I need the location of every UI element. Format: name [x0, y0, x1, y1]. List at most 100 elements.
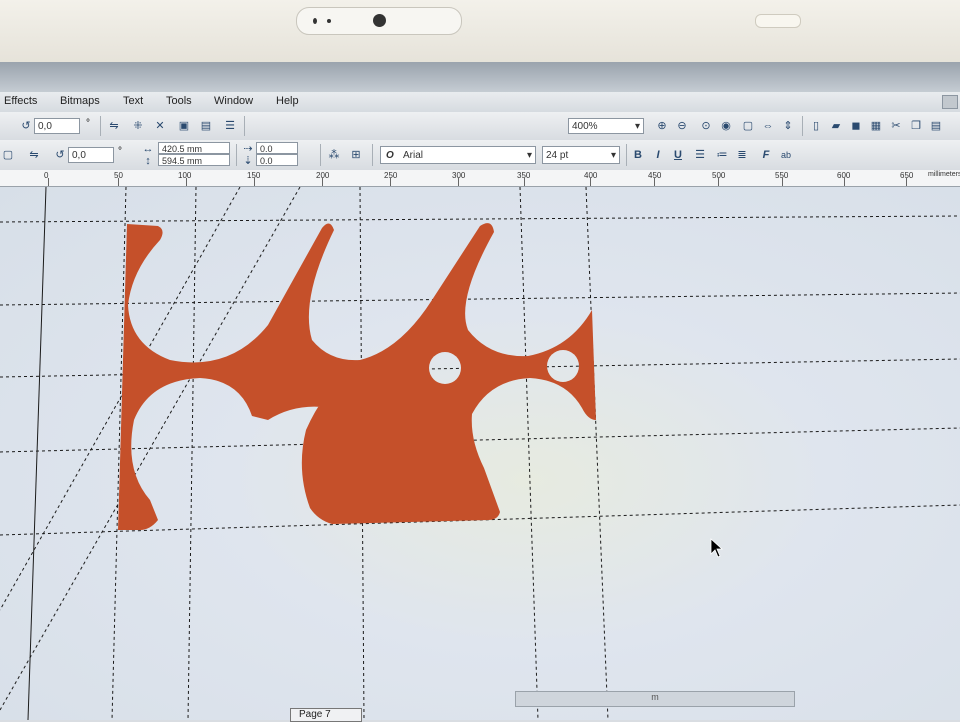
rotate-icon: ↺ — [21, 120, 31, 132]
menu-tools[interactable]: Tools — [166, 95, 192, 107]
object-width-field[interactable]: 420.5 mm — [158, 142, 230, 154]
italic-icon[interactable]: I — [650, 147, 666, 163]
mirror-icon[interactable]: ⇋ — [106, 118, 122, 134]
offset-y-field[interactable]: 0.0 — [256, 154, 298, 166]
rotation-angle-field[interactable]: 0,0 — [34, 118, 80, 134]
opentype-font-icon: O — [386, 150, 394, 161]
sensor-icon — [313, 18, 317, 24]
guideline-horizontal — [0, 427, 960, 453]
ruler-label: 100 — [178, 171, 192, 180]
edit-text-icon[interactable]: ab — [778, 147, 794, 163]
font-size-dropdown[interactable]: 24 pt — [542, 146, 620, 165]
camera-icon — [373, 14, 386, 27]
guideline-vertical — [585, 187, 609, 720]
standard-toolbar: ↺ 0,0 ° ⇋ ⁜ ✕ ▣ ▤ ☰ 400% ⊕ ⊖ ⊙ ◉ ▢ ⇔ ⇕ ▯… — [0, 112, 960, 141]
cut-icon[interactable]: ✂ — [888, 118, 904, 134]
object-height-field[interactable]: 594.5 mm — [158, 154, 230, 166]
guidelines — [0, 187, 960, 720]
window-titlebar-edge — [0, 62, 960, 92]
ruler-tick — [322, 178, 323, 186]
group-icon[interactable]: ⁜ — [130, 118, 146, 134]
ruler-tick — [118, 178, 119, 186]
ruler-tick — [186, 178, 187, 186]
zoom-width-icon[interactable]: ⇔ — [760, 118, 776, 134]
menu-bitmaps[interactable]: Bitmaps — [60, 95, 100, 107]
ruler-unit-label: millimeters — [928, 171, 960, 178]
separator — [802, 116, 803, 136]
font-family-dropdown[interactable]: O Arial — [380, 146, 536, 165]
drop-cap-icon[interactable]: ≣ — [734, 147, 750, 163]
scroll-thumb-label: m — [651, 692, 659, 702]
offset-x-field[interactable]: 0.0 — [256, 142, 298, 154]
canvas-svg — [0, 187, 960, 720]
height-icon: ↕ — [145, 155, 151, 167]
cut-shape — [118, 223, 596, 530]
horizontal-scrollbar[interactable]: m — [515, 691, 795, 707]
guideline-horizontal — [0, 292, 960, 306]
camera-housing — [296, 7, 462, 35]
ruler-tick — [524, 178, 525, 186]
device-button — [755, 14, 801, 28]
ruler-tick — [48, 178, 49, 186]
window-minimize-button[interactable] — [942, 95, 958, 109]
ruler-tick — [254, 178, 255, 186]
property-bar: ▢ ⇋ ↺ 0,0 ° ↔ ↕ 420.5 mm 594.5 mm ⇢ ⇣ 0.… — [0, 140, 960, 171]
combine-icon[interactable]: ▣ — [176, 118, 192, 134]
zoom-height-icon[interactable]: ⇕ — [780, 118, 796, 134]
offset-y-icon: ⇣ — [243, 155, 253, 167]
zoom-in-icon[interactable]: ⊕ — [654, 118, 670, 134]
link-icon[interactable]: ⊞ — [348, 147, 364, 163]
align-icon[interactable]: ☰ — [222, 118, 238, 134]
indicator-icon — [327, 19, 331, 23]
degree-label: ° — [86, 118, 90, 129]
ruler-tick — [906, 178, 907, 186]
menu-help[interactable]: Help — [276, 95, 299, 107]
save-icon[interactable]: ◼ — [848, 118, 864, 134]
separator — [372, 144, 373, 166]
ruler-tick — [782, 178, 783, 186]
degree-label: ° — [118, 146, 122, 157]
zoom-all-icon[interactable]: ◉ — [718, 118, 734, 134]
font-family-value: Arial — [403, 150, 424, 161]
separator — [320, 144, 321, 166]
bold-icon[interactable]: B — [630, 147, 646, 163]
menu-text[interactable]: Text — [123, 95, 143, 107]
mirror-horizontal-icon[interactable]: ⇋ — [26, 147, 42, 163]
separator — [236, 144, 237, 166]
new-document-icon[interactable]: ▯ — [808, 118, 824, 134]
print-icon[interactable]: ▦ — [868, 118, 884, 134]
underline-icon[interactable]: U — [670, 147, 686, 163]
copy-icon[interactable]: ❐ — [908, 118, 924, 134]
zoom-page-icon[interactable]: ▢ — [740, 118, 756, 134]
convert-to-curves-icon[interactable]: ⁂ — [326, 147, 342, 163]
ungroup-icon[interactable]: ✕ — [152, 118, 168, 134]
break-apart-icon[interactable]: ▤ — [198, 118, 214, 134]
menubar: Effects Bitmaps Text Tools Window Help — [0, 92, 960, 112]
object-icon[interactable]: ▢ — [0, 147, 16, 163]
guideline-horizontal — [0, 215, 960, 223]
guideline-diagonal — [0, 187, 301, 711]
character-format-icon[interactable]: F — [758, 147, 774, 163]
device-bezel — [0, 0, 960, 62]
page-border — [27, 187, 47, 720]
zoom-level-dropdown[interactable]: 400% — [568, 118, 644, 135]
menu-effects[interactable]: Effects — [4, 95, 37, 107]
zoom-out-icon[interactable]: ⊖ — [674, 118, 690, 134]
rotation-angle-field[interactable]: 0,0 — [68, 147, 114, 163]
zoom-selected-icon[interactable]: ⊙ — [698, 118, 714, 134]
ruler-tick — [718, 178, 719, 186]
ruler-tick — [458, 178, 459, 186]
bullet-list-icon[interactable]: ≔ — [714, 147, 730, 163]
paste-icon[interactable]: ▤ — [928, 118, 944, 134]
separator — [244, 116, 245, 136]
horizontal-ruler: 0 50 100 150 200 250 300 350 400 450 500… — [0, 170, 960, 187]
guideline-vertical — [519, 187, 539, 720]
ruler-tick — [390, 178, 391, 186]
rotate-icon: ↺ — [55, 149, 65, 161]
ruler-tick — [844, 178, 845, 186]
open-icon[interactable]: ▰ — [828, 118, 844, 134]
ruler-tick — [654, 178, 655, 186]
menu-window[interactable]: Window — [214, 95, 253, 107]
text-align-icon[interactable]: ☰ — [692, 147, 708, 163]
drawing-canvas[interactable] — [0, 187, 960, 720]
